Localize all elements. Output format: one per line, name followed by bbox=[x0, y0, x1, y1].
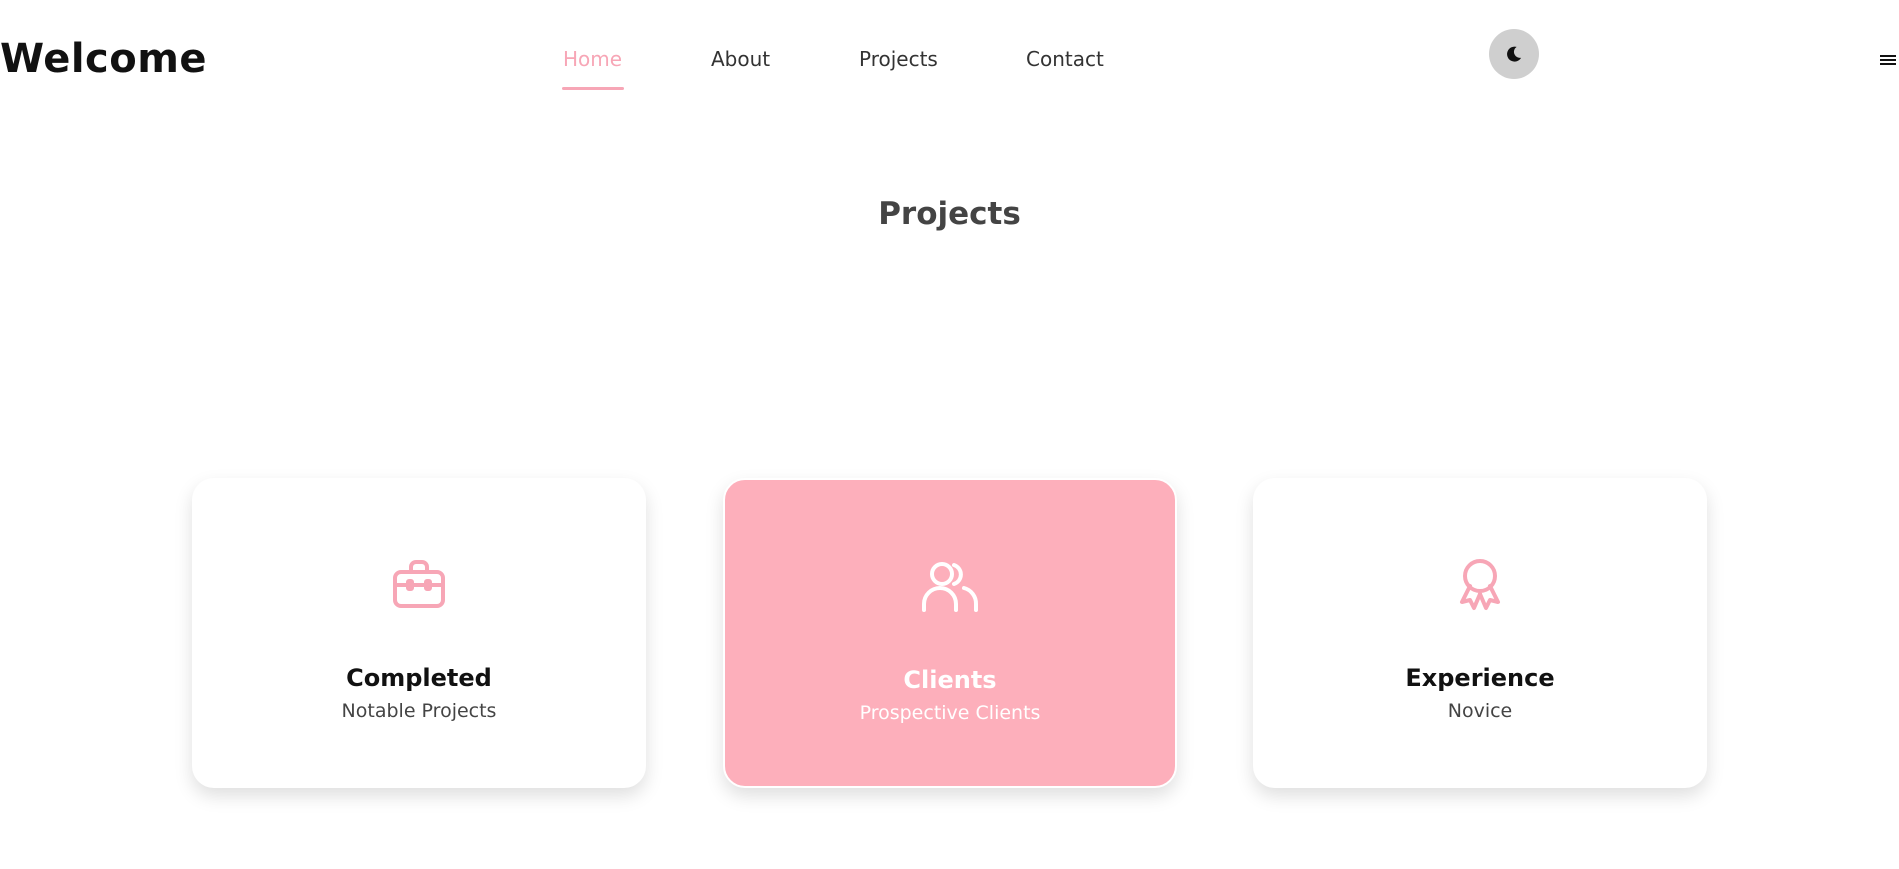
site-logo[interactable]: Welcome bbox=[0, 36, 207, 82]
card-subtitle: Novice bbox=[1447, 700, 1513, 722]
active-nav-indicator bbox=[562, 87, 624, 90]
section-title: Projects bbox=[878, 196, 1021, 232]
nav-projects[interactable]: Projects bbox=[859, 47, 938, 71]
card-subtitle: Prospective Clients bbox=[859, 702, 1041, 724]
card-title: Experience bbox=[1405, 664, 1555, 692]
hamburger-menu-icon bbox=[1880, 55, 1896, 65]
award-icon bbox=[1460, 559, 1500, 610]
moon-icon bbox=[1507, 46, 1522, 62]
menu-button[interactable] bbox=[1880, 52, 1896, 66]
users-icon bbox=[922, 562, 978, 612]
nav-home[interactable]: Home bbox=[563, 47, 622, 71]
nav-contact[interactable]: Contact bbox=[1026, 47, 1104, 71]
briefcase-icon bbox=[393, 560, 445, 608]
card-title: Clients bbox=[903, 666, 997, 694]
site-header: Welcome Home About Projects Contact bbox=[0, 0, 1899, 120]
card-title: Completed bbox=[346, 664, 492, 692]
card-completed[interactable]: Completed Notable Projects bbox=[192, 478, 646, 788]
nav-about[interactable]: About bbox=[711, 47, 770, 71]
card-experience[interactable]: Experience Novice bbox=[1253, 478, 1707, 788]
card-clients[interactable]: Clients Prospective Clients bbox=[723, 478, 1177, 788]
card-subtitle: Notable Projects bbox=[341, 700, 497, 722]
theme-toggle-button[interactable] bbox=[1489, 29, 1539, 79]
